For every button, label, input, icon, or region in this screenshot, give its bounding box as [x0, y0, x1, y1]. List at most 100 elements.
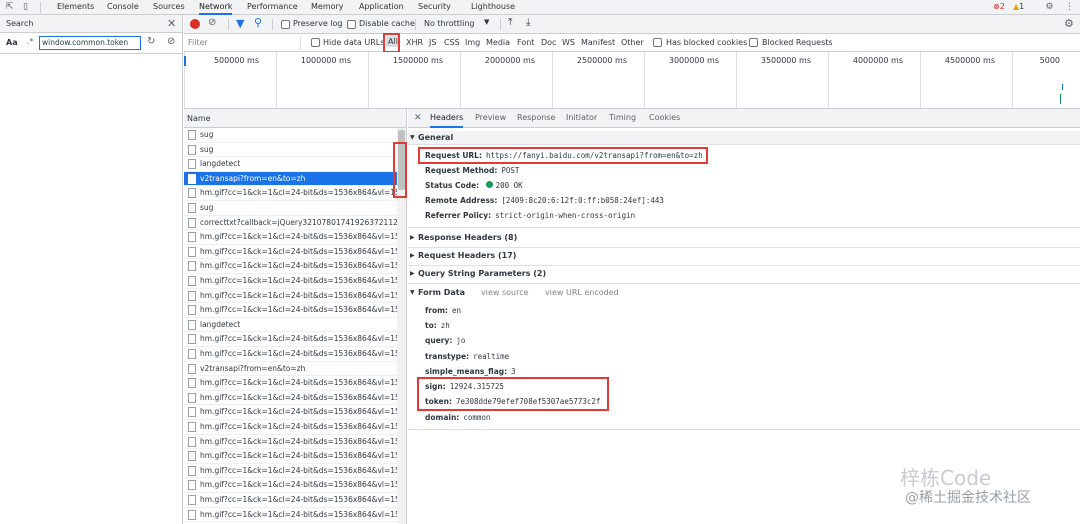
type-filter-manifest[interactable]: Manifest: [581, 38, 615, 47]
request-row[interactable]: hm.gif?cc=1&ck=1&cl=24-bit&ds=1536x864&v…: [184, 435, 397, 450]
name-column-header[interactable]: Name: [184, 109, 406, 128]
request-row[interactable]: hm.gif?cc=1&ck=1&cl=24-bit&ds=1536x864&v…: [184, 493, 397, 508]
refresh-icon[interactable]: ↻: [147, 36, 155, 47]
tab-network[interactable]: Network: [199, 0, 233, 15]
request-row[interactable]: hm.gif?cc=1&ck=1&cl=24-bit&ds=1536x864&v…: [184, 405, 397, 420]
request-row[interactable]: sug: [184, 143, 397, 158]
tab-headers[interactable]: Headers: [430, 109, 464, 128]
network-settings-gear-icon[interactable]: ⚙: [1064, 17, 1074, 30]
type-filter-js[interactable]: JS: [429, 38, 436, 47]
search-icon[interactable]: ⚲: [254, 16, 262, 29]
request-row[interactable]: sug: [184, 128, 397, 143]
settings-gear-icon[interactable]: ⚙: [1044, 2, 1055, 13]
request-headers-section[interactable]: ▶ Request Headers (17): [408, 249, 1080, 263]
type-filter-ws[interactable]: WS: [562, 38, 575, 47]
request-row[interactable]: hm.gif?cc=1&ck=1&cl=24-bit&ds=1536x864&v…: [184, 274, 397, 289]
type-filter-media[interactable]: Media: [486, 38, 510, 47]
tab-performance[interactable]: Performance: [247, 0, 298, 15]
request-row[interactable]: hm.gif?cc=1&ck=1&cl=24-bit&ds=1536x864&v…: [184, 420, 397, 435]
throttling-select[interactable]: No throttling: [424, 19, 475, 28]
request-row[interactable]: hm.gif?cc=1&ck=1&cl=24-bit&ds=1536x864&v…: [184, 303, 397, 318]
type-filter-font[interactable]: Font: [517, 38, 534, 47]
close-details-icon[interactable]: ✕: [414, 109, 422, 128]
view-source-link[interactable]: view source: [481, 288, 529, 297]
hide-data-urls-checkbox[interactable]: [311, 38, 320, 47]
request-name: hm.gif?cc=1&ck=1&cl=24-bit&ds=1536x864&v…: [200, 422, 397, 431]
request-row[interactable]: hm.gif?cc=1&ck=1&cl=24-bit&ds=1536x864&v…: [184, 449, 397, 464]
inspect-element-icon[interactable]: ⇱: [4, 2, 15, 13]
tab-lighthouse[interactable]: Lighthouse: [471, 0, 515, 15]
tab-sources[interactable]: Sources: [153, 0, 185, 15]
request-row[interactable]: hm.gif?cc=1&ck=1&cl=24-bit&ds=1536x864&v…: [184, 376, 397, 391]
request-row[interactable]: hm.gif?cc=1&ck=1&cl=24-bit&ds=1536x864&v…: [184, 464, 397, 479]
request-name: hm.gif?cc=1&ck=1&cl=24-bit&ds=1536x864&v…: [200, 305, 397, 315]
device-toolbar-icon[interactable]: ▯: [20, 2, 31, 13]
regex-button[interactable]: .*: [27, 37, 34, 46]
search-input[interactable]: window.common.token: [39, 36, 141, 50]
type-filter-other[interactable]: Other: [621, 38, 644, 47]
type-filter-xhr[interactable]: XHR: [406, 38, 423, 47]
request-row[interactable]: hm.gif?cc=1&ck=1&cl=24-bit&ds=1536x864&v…: [184, 508, 397, 523]
general-section-header[interactable]: ▼ General: [408, 131, 1080, 145]
tab-console[interactable]: Console: [107, 0, 139, 15]
more-options-icon[interactable]: ⋮: [1064, 2, 1075, 13]
tab-cookies[interactable]: Cookies: [649, 109, 680, 128]
tab-security[interactable]: Security: [418, 0, 451, 15]
type-filter-img[interactable]: Img: [465, 38, 480, 47]
file-icon: [188, 451, 196, 462]
request-row[interactable]: v2transapi?from=en&to=zh: [184, 362, 397, 377]
file-icon: [188, 436, 196, 447]
filter-input[interactable]: Filter: [184, 36, 301, 50]
tab-timing[interactable]: Timing: [609, 109, 636, 128]
collapse-triangle-icon: ▼: [410, 289, 415, 296]
sign-token-highlight: [417, 377, 609, 411]
chevron-down-icon[interactable]: ▼: [484, 18, 489, 26]
clear-icon[interactable]: ⊘: [167, 36, 175, 47]
timeline-label: 2500000 ms: [576, 56, 627, 65]
error-icon: ⊗: [993, 2, 1000, 11]
request-row[interactable]: hm.gif?cc=1&ck=1&cl=24-bit&ds=1536x864&v…: [184, 289, 397, 304]
filter-icon[interactable]: ▼: [236, 17, 244, 30]
type-filter-css[interactable]: CSS: [444, 38, 460, 47]
response-headers-section[interactable]: ▶ Response Headers (8): [408, 231, 1080, 245]
request-row[interactable]: langdetect: [184, 318, 397, 333]
header-key: Request Method:: [425, 166, 498, 175]
request-row[interactable]: sug: [184, 201, 397, 216]
warning-count-badge[interactable]: ▲1: [1013, 0, 1024, 15]
request-row[interactable]: langdetect: [184, 157, 397, 172]
tab-memory[interactable]: Memory: [311, 0, 344, 15]
request-row[interactable]: v2transapi?from=en&to=zh: [184, 171, 397, 187]
tab-preview[interactable]: Preview: [475, 109, 506, 128]
request-row[interactable]: hm.gif?cc=1&ck=1&cl=24-bit&ds=1536x864&v…: [184, 245, 397, 260]
error-count-badge[interactable]: ⊗2: [993, 0, 1005, 15]
request-row[interactable]: hm.gif?cc=1&ck=1&cl=24-bit&ds=1536x864&v…: [184, 391, 397, 406]
request-row[interactable]: hm.gif?cc=1&ck=1&cl=24-bit&ds=1536x864&v…: [184, 186, 397, 201]
request-row[interactable]: correcttxt?callback=jQuery32107801741926…: [184, 216, 397, 231]
import-har-icon[interactable]: ⤒: [508, 17, 512, 28]
request-row[interactable]: hm.gif?cc=1&ck=1&cl=24-bit&ds=1536x864&v…: [184, 230, 397, 245]
view-url-encoded-link[interactable]: view URL encoded: [545, 288, 619, 297]
request-row[interactable]: hm.gif?cc=1&ck=1&cl=24-bit&ds=1536x864&v…: [184, 347, 397, 362]
tab-response[interactable]: Response: [517, 109, 555, 128]
tab-application[interactable]: Application: [359, 0, 404, 15]
tab-elements[interactable]: Elements: [57, 0, 94, 15]
preserve-log-checkbox[interactable]: [281, 20, 290, 29]
header-key: Referrer Policy:: [425, 211, 492, 220]
clear-log-icon[interactable]: ⊘: [208, 17, 216, 28]
type-filter-doc[interactable]: Doc: [541, 38, 556, 47]
query-string-parameters-section[interactable]: ▶ Query String Parameters (2): [408, 267, 1080, 281]
tab-initiator[interactable]: Initiator: [566, 109, 597, 128]
close-search-icon[interactable]: ✕: [167, 17, 176, 30]
request-row[interactable]: hm.gif?cc=1&ck=1&cl=24-bit&ds=1536x864&v…: [184, 259, 397, 274]
network-overview-timeline[interactable]: 500000 ms 1000000 ms 1500000 ms 2000000 …: [184, 52, 1080, 109]
has-blocked-cookies-checkbox[interactable]: [653, 38, 662, 47]
request-row[interactable]: hm.gif?cc=1&ck=1&cl=24-bit&ds=1536x864&v…: [184, 478, 397, 493]
request-row[interactable]: hm.gif?cc=1&ck=1&cl=24-bit&ds=1536x864&v…: [184, 332, 397, 347]
export-har-icon[interactable]: ⤓: [526, 17, 530, 28]
section-title: Response Headers (8): [418, 233, 518, 242]
match-case-button[interactable]: Aa: [6, 38, 18, 47]
record-icon[interactable]: [190, 19, 200, 29]
request-name: sug: [200, 130, 214, 139]
disable-cache-checkbox[interactable]: [347, 20, 356, 29]
blocked-requests-checkbox[interactable]: [749, 38, 758, 47]
